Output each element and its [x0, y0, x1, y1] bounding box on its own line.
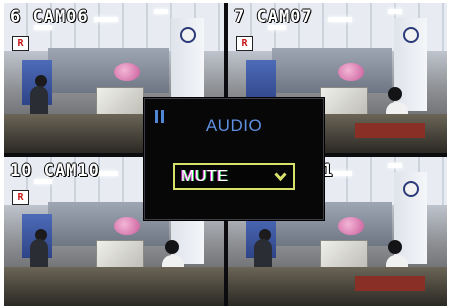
audio-dialog: AUDIO MUTE: [144, 98, 324, 220]
audio-select[interactable]: MUTE: [173, 163, 295, 190]
dvr-monitor-view: 6 CAM06 R 7 CAM07 R 10 CAM10 R AUDIO MUT…: [4, 3, 447, 306]
camera-title: 10 CAM10: [10, 161, 100, 181]
camera-title: 6 CAM06: [10, 7, 89, 27]
select-value: MUTE: [181, 168, 229, 185]
record-icon: R: [236, 36, 253, 51]
camera-title: 7 CAM07: [234, 7, 313, 27]
wall-clock: [180, 27, 196, 43]
chevron-down-icon[interactable]: [274, 171, 287, 182]
record-icon: R: [12, 190, 29, 205]
record-icon: R: [12, 36, 29, 51]
dialog-title: AUDIO: [205, 116, 263, 135]
wall-clock: [403, 180, 420, 197]
